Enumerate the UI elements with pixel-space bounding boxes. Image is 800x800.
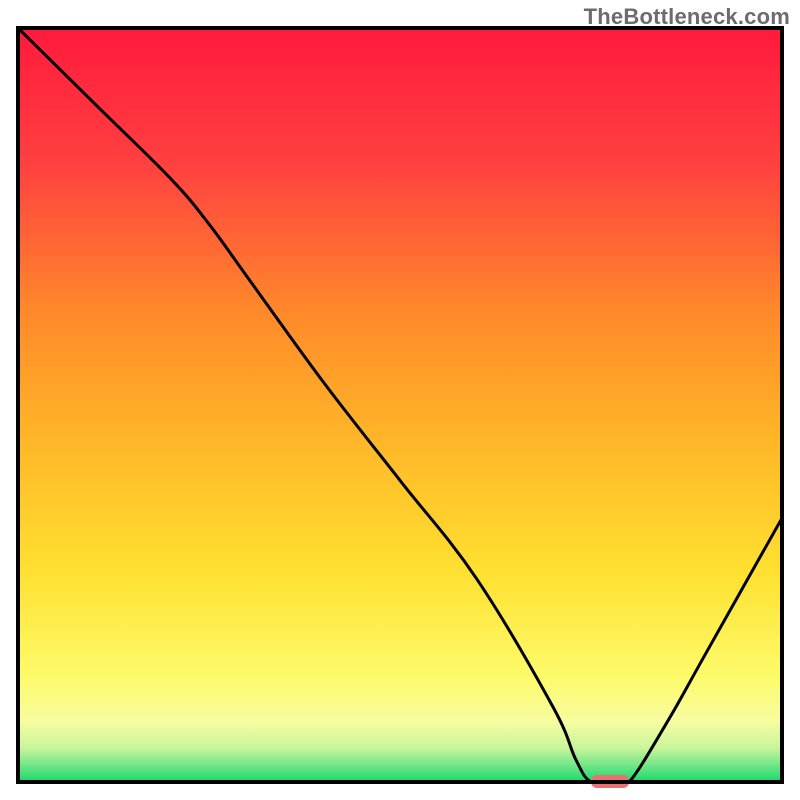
bottleneck-chart-svg: [0, 0, 800, 800]
chart-stage: TheBottleneck.com: [0, 0, 800, 800]
